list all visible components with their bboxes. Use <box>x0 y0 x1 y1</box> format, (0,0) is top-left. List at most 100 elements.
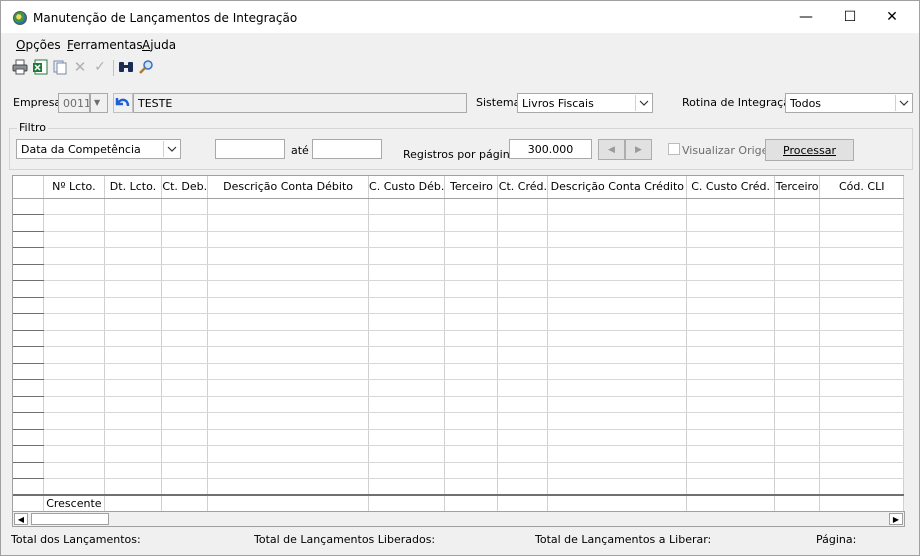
grid-cell[interactable] <box>368 445 446 463</box>
grid-cell[interactable] <box>686 330 775 347</box>
grid-cell[interactable] <box>686 231 775 248</box>
grid-cell[interactable] <box>207 330 370 347</box>
grid-cell[interactable] <box>497 214 549 232</box>
grid-cell[interactable] <box>444 478 499 496</box>
grid-cell[interactable] <box>43 462 105 479</box>
grid-cell[interactable] <box>547 462 688 479</box>
grid-cell[interactable] <box>104 214 163 232</box>
table-row[interactable] <box>13 297 904 314</box>
grid-cell[interactable] <box>43 445 105 463</box>
grid-cell[interactable] <box>207 445 370 463</box>
col-header[interactable]: Ct. Créd. <box>497 176 549 199</box>
grid-cell[interactable] <box>686 346 775 364</box>
grid-cell[interactable] <box>207 264 370 281</box>
col-header[interactable]: Descrição Conta Crédito <box>547 176 688 199</box>
grid-cell[interactable] <box>104 264 163 281</box>
grid-cell[interactable] <box>686 297 775 314</box>
grid-cell[interactable] <box>368 330 446 347</box>
grid-cell[interactable] <box>43 363 105 380</box>
grid-cell[interactable] <box>207 363 370 380</box>
grid-cell[interactable] <box>161 429 209 446</box>
grid-cell[interactable] <box>819 297 904 314</box>
grid-cell[interactable] <box>774 264 821 281</box>
table-row[interactable] <box>13 264 904 281</box>
grid-cell[interactable] <box>444 330 499 347</box>
grid-cell[interactable] <box>104 280 163 298</box>
grid-cell[interactable] <box>444 313 499 331</box>
horizontal-scrollbar[interactable]: ◀ ▶ <box>12 511 905 527</box>
grid-cell[interactable] <box>547 198 688 215</box>
grid-cell[interactable] <box>444 462 499 479</box>
grid-cell[interactable] <box>774 396 821 413</box>
grid-cell[interactable] <box>819 280 904 298</box>
grid-cell[interactable] <box>497 462 549 479</box>
grid-cell[interactable] <box>819 313 904 331</box>
grid-cell[interactable] <box>774 346 821 364</box>
row-indicator[interactable] <box>13 396 45 413</box>
grid-cell[interactable] <box>547 280 688 298</box>
close-button[interactable]: ✕ <box>869 1 915 33</box>
grid-cell[interactable] <box>444 379 499 397</box>
date-from-input[interactable] <box>215 139 285 159</box>
grid-cell[interactable] <box>774 297 821 314</box>
table-row[interactable] <box>13 231 904 248</box>
row-indicator[interactable] <box>13 379 45 397</box>
row-indicator[interactable] <box>13 330 45 347</box>
grid-cell[interactable] <box>547 214 688 232</box>
grid-cell[interactable] <box>368 346 446 364</box>
print-icon[interactable] <box>11 58 29 76</box>
grid-cell[interactable] <box>819 330 904 347</box>
grid-cell[interactable] <box>161 313 209 331</box>
grid-cell[interactable] <box>444 264 499 281</box>
grid-cell[interactable] <box>104 429 163 446</box>
row-indicator[interactable] <box>13 247 45 265</box>
grid-cell[interactable] <box>43 412 105 430</box>
sistema-select[interactable]: Livros Fiscais <box>517 93 653 113</box>
grid-cell[interactable] <box>444 280 499 298</box>
grid-cell[interactable] <box>547 330 688 347</box>
grid-cell[interactable] <box>819 412 904 430</box>
minimize-button[interactable]: — <box>783 1 829 33</box>
grid-cell[interactable] <box>774 412 821 430</box>
table-row[interactable] <box>13 330 904 347</box>
grid-cell[interactable] <box>207 412 370 430</box>
grid-cell[interactable] <box>819 379 904 397</box>
col-header[interactable]: Terceiro <box>774 176 821 199</box>
row-indicator[interactable] <box>13 264 45 281</box>
grid-cell[interactable] <box>104 412 163 430</box>
grid-cell[interactable] <box>497 379 549 397</box>
grid-cell[interactable] <box>497 330 549 347</box>
grid-cell[interactable] <box>774 231 821 248</box>
grid-cell[interactable] <box>819 445 904 463</box>
grid-cell[interactable] <box>43 346 105 364</box>
grid-cell[interactable] <box>43 214 105 232</box>
grid-cell[interactable] <box>774 363 821 380</box>
processar-button[interactable]: Processar <box>765 139 854 161</box>
grid-cell[interactable] <box>774 478 821 496</box>
table-row[interactable] <box>13 396 904 413</box>
table-row[interactable] <box>13 346 904 364</box>
grid-cell[interactable] <box>43 379 105 397</box>
grid-cell[interactable] <box>368 313 446 331</box>
grid-cell[interactable] <box>444 231 499 248</box>
grid-cell[interactable] <box>104 247 163 265</box>
row-indicator[interactable] <box>13 445 45 463</box>
row-indicator[interactable] <box>13 346 45 364</box>
vertical-scrollbar[interactable] <box>904 175 910 512</box>
grid-cell[interactable] <box>104 363 163 380</box>
grid-cell[interactable] <box>686 445 775 463</box>
grid-cell[interactable] <box>444 346 499 364</box>
grid-cell[interactable] <box>368 264 446 281</box>
grid-cell[interactable] <box>547 231 688 248</box>
table-row[interactable] <box>13 412 904 430</box>
date-to-input[interactable] <box>312 139 382 159</box>
row-indicator[interactable] <box>13 313 45 331</box>
grid-cell[interactable] <box>161 214 209 232</box>
grid-cell[interactable] <box>686 478 775 496</box>
grid-cell[interactable] <box>819 346 904 364</box>
grid-cell[interactable] <box>368 231 446 248</box>
grid-cell[interactable] <box>547 396 688 413</box>
grid-cell[interactable] <box>497 264 549 281</box>
previous-page-button[interactable]: ◀ <box>598 139 625 160</box>
grid-cell[interactable] <box>497 198 549 215</box>
